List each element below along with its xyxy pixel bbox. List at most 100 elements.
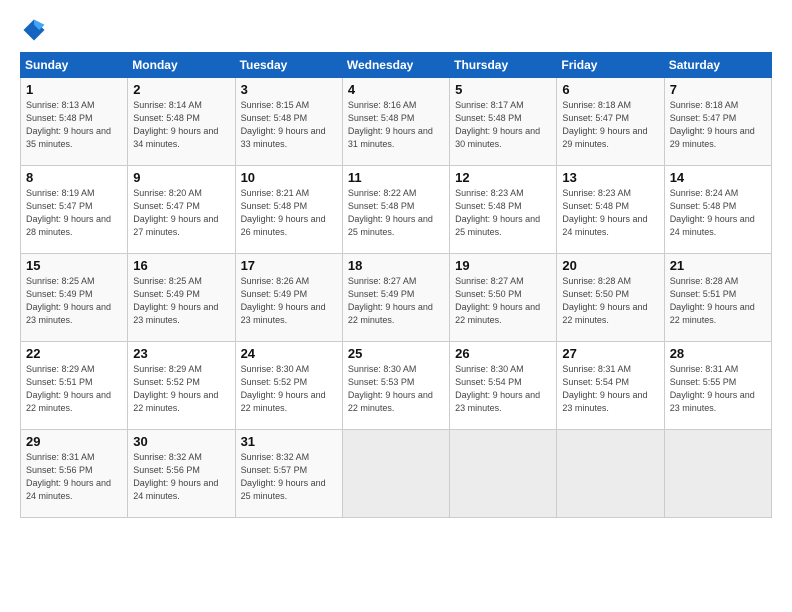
day-info: Sunrise: 8:30 AM Sunset: 5:54 PM Dayligh…	[455, 363, 551, 415]
week-row-4: 22 Sunrise: 8:29 AM Sunset: 5:51 PM Dayli…	[21, 342, 772, 430]
day-number: 7	[670, 82, 766, 97]
day-cell	[557, 430, 664, 518]
day-number: 9	[133, 170, 229, 185]
day-cell: 9Sunrise: 8:20 AM Sunset: 5:47 PM Daylig…	[128, 166, 235, 254]
day-info: Sunrise: 8:24 AM Sunset: 5:48 PM Dayligh…	[670, 187, 766, 239]
day-info: Sunrise: 8:22 AM Sunset: 5:48 PM Dayligh…	[348, 187, 444, 239]
day-cell: 24 Sunrise: 8:30 AM Sunset: 5:52 PM Dayli…	[235, 342, 342, 430]
day-number: 8	[26, 170, 122, 185]
day-number: 27	[562, 346, 658, 361]
day-cell: 17Sunrise: 8:26 AM Sunset: 5:49 PM Dayli…	[235, 254, 342, 342]
day-number: 31	[241, 434, 337, 449]
day-cell: 10 Sunrise: 8:21 AM Sunset: 5:48 PM Dayli…	[235, 166, 342, 254]
day-info: Sunrise: 8:28 AM Sunset: 5:51 PM Dayligh…	[670, 275, 766, 327]
day-info: Sunrise: 8:27 AM Sunset: 5:50 PM Dayligh…	[455, 275, 551, 327]
day-number: 17	[241, 258, 337, 273]
day-cell: 30 Sunrise: 8:32 AM Sunset: 5:56 PM Dayli…	[128, 430, 235, 518]
day-info: Sunrise: 8:31 AM Sunset: 5:55 PM Dayligh…	[670, 363, 766, 415]
day-info: Sunrise: 8:16 AM Sunset: 5:48 PM Dayligh…	[348, 99, 444, 151]
logo	[20, 16, 52, 44]
day-number: 18	[348, 258, 444, 273]
day-info: Sunrise: 8:19 AM Sunset: 5:47 PM Dayligh…	[26, 187, 122, 239]
day-cell: 22 Sunrise: 8:29 AM Sunset: 5:51 PM Dayli…	[21, 342, 128, 430]
col-header-friday: Friday	[557, 53, 664, 78]
day-info: Sunrise: 8:21 AM Sunset: 5:48 PM Dayligh…	[241, 187, 337, 239]
day-number: 30	[133, 434, 229, 449]
day-number: 28	[670, 346, 766, 361]
col-header-wednesday: Wednesday	[342, 53, 449, 78]
day-info: Sunrise: 8:15 AM Sunset: 5:48 PM Dayligh…	[241, 99, 337, 151]
day-info: Sunrise: 8:29 AM Sunset: 5:51 PM Dayligh…	[26, 363, 122, 415]
day-cell: 1Sunrise: 8:13 AM Sunset: 5:48 PM Daylig…	[21, 78, 128, 166]
day-cell: 31 Sunrise: 8:32 AM Sunset: 5:57 PM Dayli…	[235, 430, 342, 518]
day-info: Sunrise: 8:28 AM Sunset: 5:50 PM Dayligh…	[562, 275, 658, 327]
day-cell: 6 Sunrise: 8:18 AM Sunset: 5:47 PM Daylig…	[557, 78, 664, 166]
day-info: Sunrise: 8:18 AM Sunset: 5:47 PM Dayligh…	[562, 99, 658, 151]
day-number: 21	[670, 258, 766, 273]
day-cell: 3 Sunrise: 8:15 AM Sunset: 5:48 PM Daylig…	[235, 78, 342, 166]
col-header-thursday: Thursday	[450, 53, 557, 78]
day-number: 20	[562, 258, 658, 273]
header-row: SundayMondayTuesdayWednesdayThursdayFrid…	[21, 53, 772, 78]
day-info: Sunrise: 8:32 AM Sunset: 5:56 PM Dayligh…	[133, 451, 229, 503]
day-cell: 27 Sunrise: 8:31 AM Sunset: 5:54 PM Dayli…	[557, 342, 664, 430]
day-number: 24	[241, 346, 337, 361]
day-cell: 4 Sunrise: 8:16 AM Sunset: 5:48 PM Daylig…	[342, 78, 449, 166]
day-cell: 11 Sunrise: 8:22 AM Sunset: 5:48 PM Dayli…	[342, 166, 449, 254]
day-number: 23	[133, 346, 229, 361]
day-info: Sunrise: 8:25 AM Sunset: 5:49 PM Dayligh…	[133, 275, 229, 327]
day-info: Sunrise: 8:31 AM Sunset: 5:56 PM Dayligh…	[26, 451, 122, 503]
day-number: 4	[348, 82, 444, 97]
day-cell	[450, 430, 557, 518]
day-cell: 12 Sunrise: 8:23 AM Sunset: 5:48 PM Dayli…	[450, 166, 557, 254]
day-info: Sunrise: 8:31 AM Sunset: 5:54 PM Dayligh…	[562, 363, 658, 415]
calendar: SundayMondayTuesdayWednesdayThursdayFrid…	[20, 52, 772, 518]
logo-icon	[20, 16, 48, 44]
day-number: 2	[133, 82, 229, 97]
day-info: Sunrise: 8:30 AM Sunset: 5:53 PM Dayligh…	[348, 363, 444, 415]
day-cell	[664, 430, 771, 518]
day-info: Sunrise: 8:30 AM Sunset: 5:52 PM Dayligh…	[241, 363, 337, 415]
header	[20, 16, 772, 44]
day-cell: 21 Sunrise: 8:28 AM Sunset: 5:51 PM Dayli…	[664, 254, 771, 342]
day-info: Sunrise: 8:23 AM Sunset: 5:48 PM Dayligh…	[562, 187, 658, 239]
day-number: 16	[133, 258, 229, 273]
day-info: Sunrise: 8:13 AM Sunset: 5:48 PM Dayligh…	[26, 99, 122, 151]
day-cell: 16 Sunrise: 8:25 AM Sunset: 5:49 PM Dayli…	[128, 254, 235, 342]
day-cell	[342, 430, 449, 518]
day-cell: 8 Sunrise: 8:19 AM Sunset: 5:47 PM Daylig…	[21, 166, 128, 254]
day-info: Sunrise: 8:23 AM Sunset: 5:48 PM Dayligh…	[455, 187, 551, 239]
day-info: Sunrise: 8:18 AM Sunset: 5:47 PM Dayligh…	[670, 99, 766, 151]
day-info: Sunrise: 8:17 AM Sunset: 5:48 PM Dayligh…	[455, 99, 551, 151]
page: SundayMondayTuesdayWednesdayThursdayFrid…	[0, 0, 792, 528]
day-number: 11	[348, 170, 444, 185]
day-number: 6	[562, 82, 658, 97]
day-cell: 7 Sunrise: 8:18 AM Sunset: 5:47 PM Daylig…	[664, 78, 771, 166]
day-number: 25	[348, 346, 444, 361]
day-number: 14	[670, 170, 766, 185]
day-number: 22	[26, 346, 122, 361]
day-cell: 14 Sunrise: 8:24 AM Sunset: 5:48 PM Dayli…	[664, 166, 771, 254]
week-row-5: 29 Sunrise: 8:31 AM Sunset: 5:56 PM Dayli…	[21, 430, 772, 518]
week-row-3: 15 Sunrise: 8:25 AM Sunset: 5:49 PM Dayli…	[21, 254, 772, 342]
day-number: 12	[455, 170, 551, 185]
day-info: Sunrise: 8:27 AM Sunset: 5:49 PM Dayligh…	[348, 275, 444, 327]
day-number: 29	[26, 434, 122, 449]
day-cell: 18 Sunrise: 8:27 AM Sunset: 5:49 PM Dayli…	[342, 254, 449, 342]
day-number: 3	[241, 82, 337, 97]
day-number: 10	[241, 170, 337, 185]
day-cell: 20 Sunrise: 8:28 AM Sunset: 5:50 PM Dayli…	[557, 254, 664, 342]
day-cell: 19 Sunrise: 8:27 AM Sunset: 5:50 PM Dayli…	[450, 254, 557, 342]
col-header-tuesday: Tuesday	[235, 53, 342, 78]
day-cell: 13 Sunrise: 8:23 AM Sunset: 5:48 PM Dayli…	[557, 166, 664, 254]
day-number: 15	[26, 258, 122, 273]
day-info: Sunrise: 8:25 AM Sunset: 5:49 PM Dayligh…	[26, 275, 122, 327]
day-cell: 2Sunrise: 8:14 AM Sunset: 5:48 PM Daylig…	[128, 78, 235, 166]
day-info: Sunrise: 8:32 AM Sunset: 5:57 PM Dayligh…	[241, 451, 337, 503]
calendar-header: SundayMondayTuesdayWednesdayThursdayFrid…	[21, 53, 772, 78]
col-header-saturday: Saturday	[664, 53, 771, 78]
day-number: 26	[455, 346, 551, 361]
day-number: 13	[562, 170, 658, 185]
day-cell: 28 Sunrise: 8:31 AM Sunset: 5:55 PM Dayli…	[664, 342, 771, 430]
day-number: 19	[455, 258, 551, 273]
